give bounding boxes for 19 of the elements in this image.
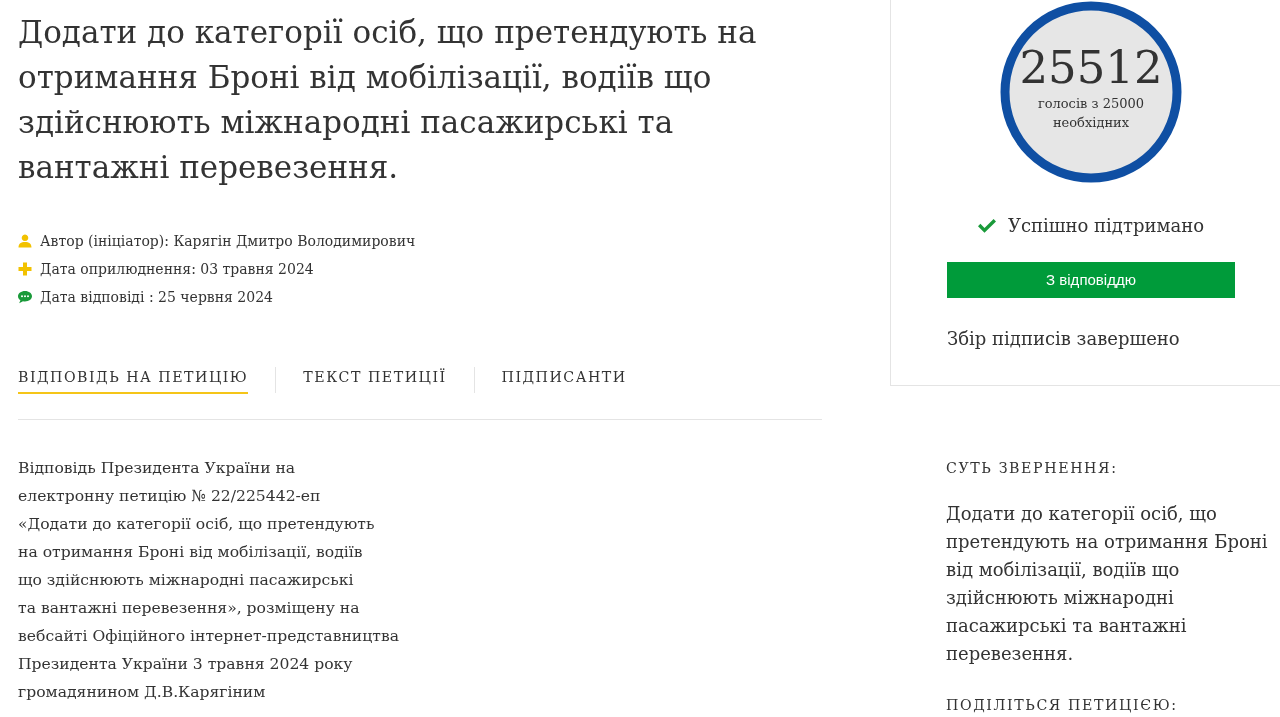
status-text: Успішно підтримано xyxy=(1008,214,1204,238)
summary-heading: СУТЬ ЗВЕРНЕННЯ: xyxy=(946,459,1119,477)
meta-text: Автор (ініціатор): Карягін Дмитро Володимирович xyxy=(40,232,416,251)
meta-text: Дата оприлюднення: 03 травня 2024 xyxy=(40,260,314,279)
vote-caption: голосів з 25000 необхідних xyxy=(1036,95,1146,132)
collection-status-text: Збір підписів завершено xyxy=(947,327,1180,351)
petition-tab[interactable]: ПІДПИСАНТИ xyxy=(501,366,627,394)
share-heading: ПОДІЛІТЬСЯ ПЕТИЦІЄЮ: xyxy=(946,697,1179,713)
petition-tab[interactable]: ВІДПОВІДЬ НА ПЕТИЦІЮ xyxy=(18,366,249,394)
summary-text: Додати до категорії осіб, що претендують на отримання Броні від мобілізації, водіїв що здійснюють міжнародні пасажирські та вантажні перевезення. xyxy=(946,502,1269,666)
petition-title: Додати до категорії осіб, що претендують на отримання Броні від мобілізації, водіїв що здійснюють міжнародні пасажирські та вантажні перевезення. xyxy=(18,13,758,187)
vote-count: 25512 xyxy=(1019,42,1163,94)
answer-status-banner: З відповіддю xyxy=(947,262,1235,298)
meta-text: Дата відповіді : 25 червня 2024 xyxy=(40,288,273,307)
user-icon xyxy=(18,234,32,248)
petition-tab[interactable]: ТЕКСТ ПЕТИЦІЇ xyxy=(303,366,447,394)
speech-bubble-icon xyxy=(18,290,32,304)
answer-text: Відповідь Президента України на електронну петицію № 22/225442-еп «Додати до категорії осіб, що претендують на отримання Броні від мобілізації, водіїв що здійснюють міжнародні пасажирські та вантажні перевезення», розміщену на вебсайті Офіційного інтернет-представництва Президента України 3 травня 2024 року громадянином Д.В.Карягіним xyxy=(18,458,400,703)
plus-icon xyxy=(18,262,32,276)
